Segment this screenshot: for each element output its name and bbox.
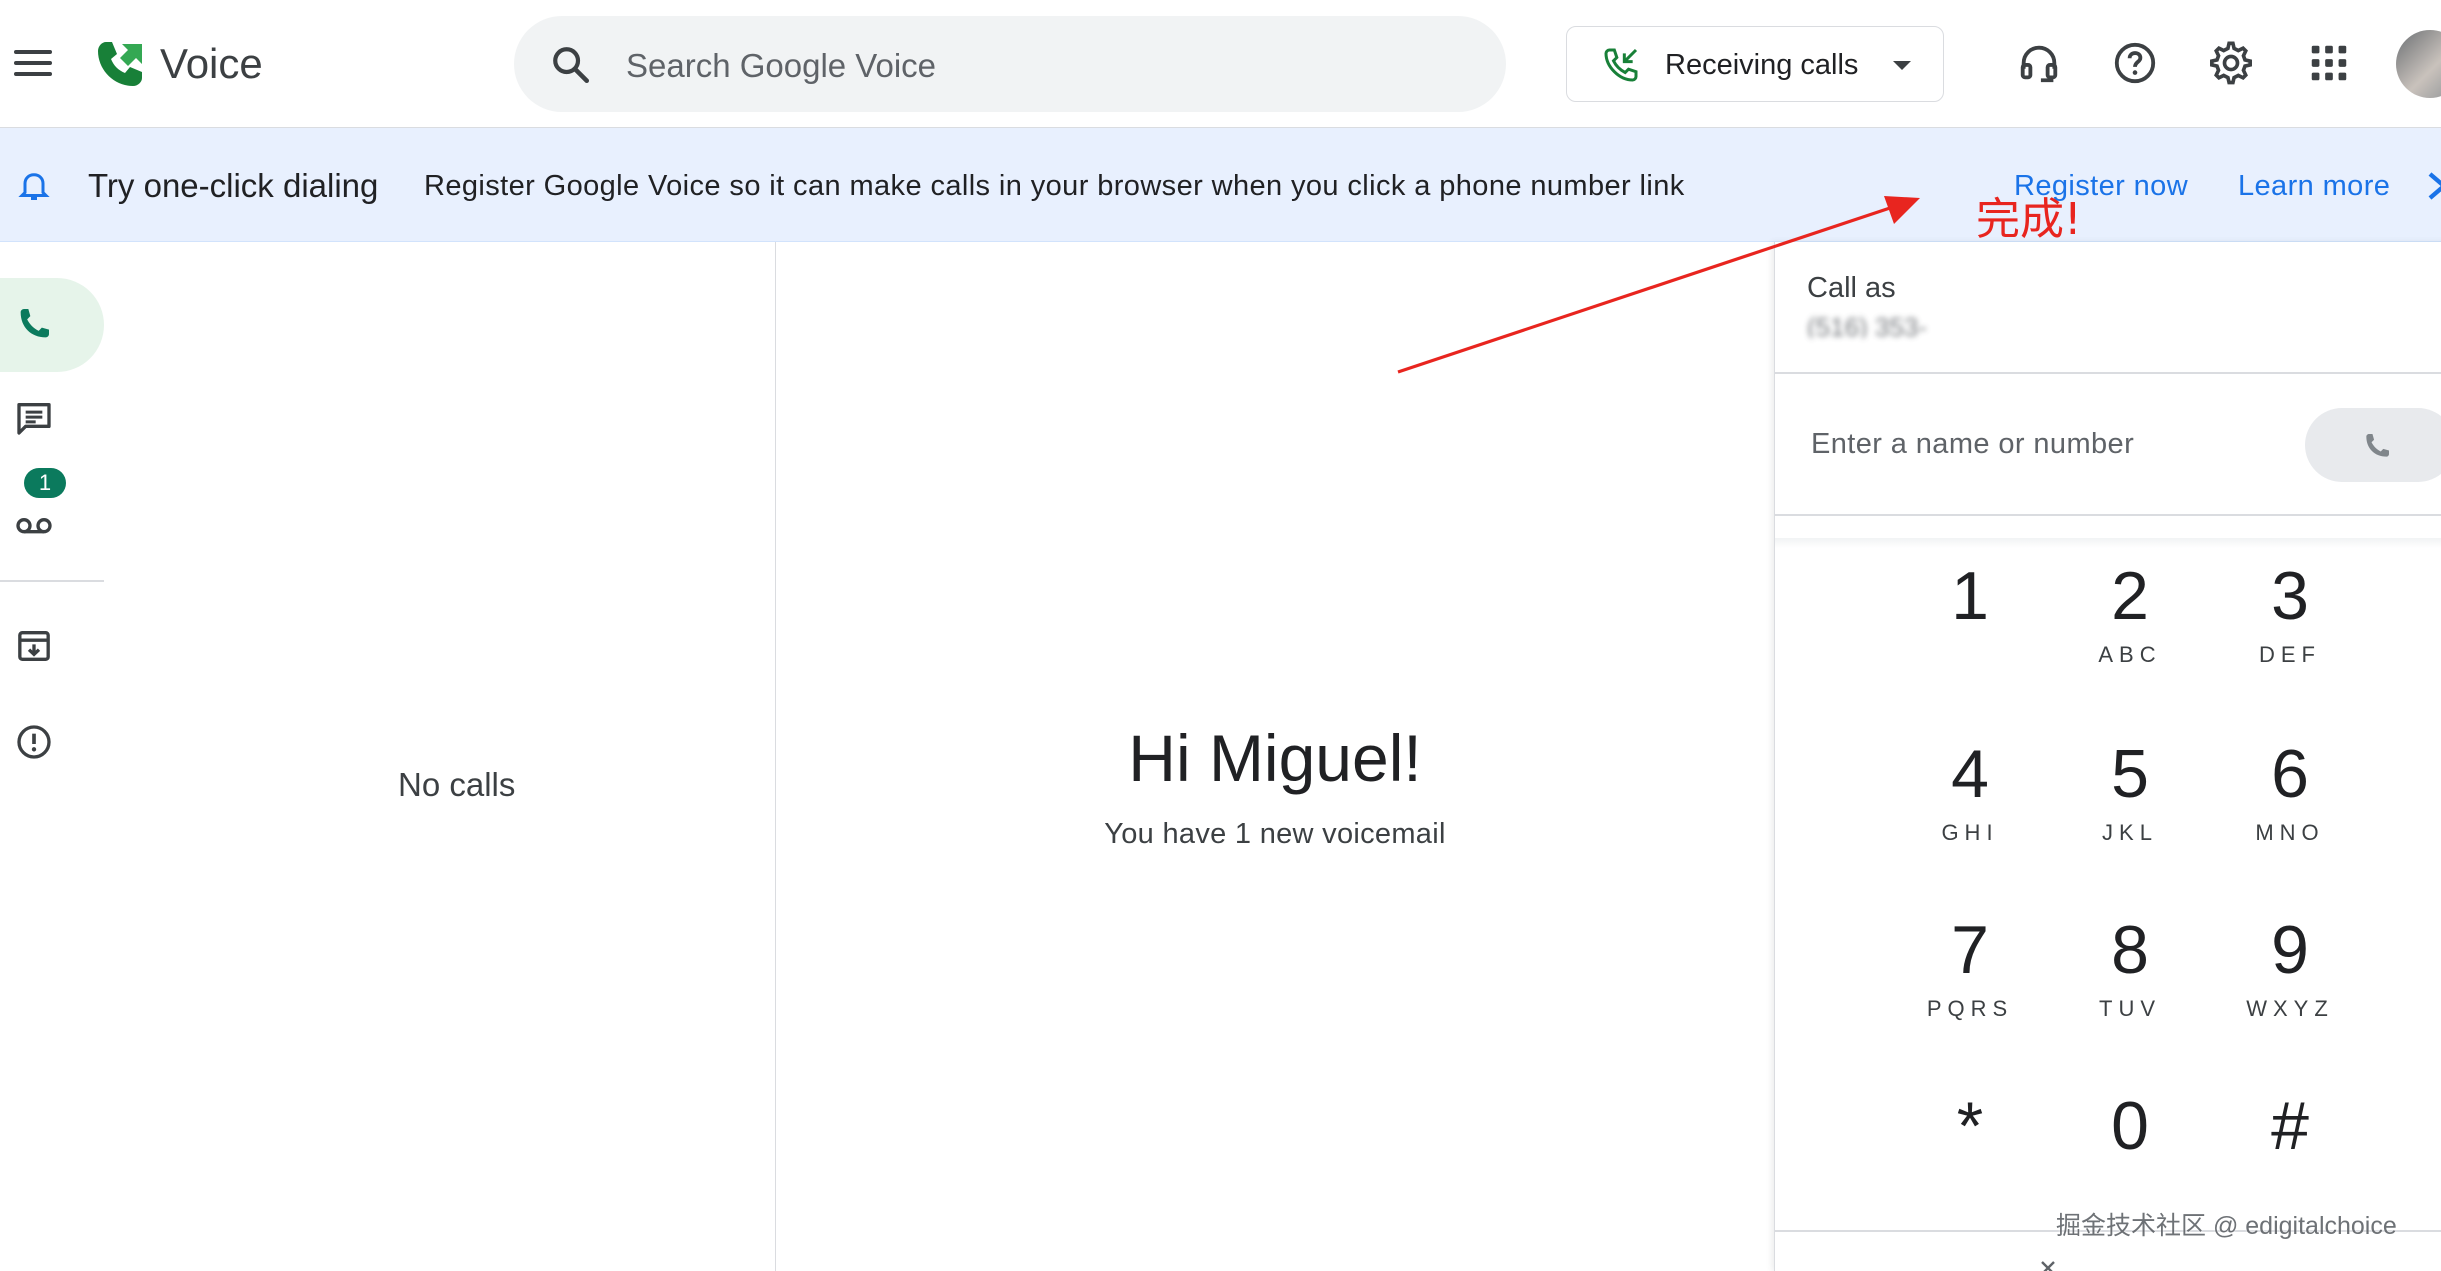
key-letters: GHI (1941, 820, 1999, 845)
key-letters: ABC (2098, 642, 2162, 667)
key-letters: MNO (2255, 820, 2325, 845)
key-digit: 5 (2111, 736, 2149, 812)
account-avatar[interactable] (2396, 30, 2441, 98)
greeting-subtitle: You have 1 new voicemail (1104, 818, 1446, 850)
key-letters: JKL (2102, 820, 2158, 845)
close-icon[interactable] (2038, 1258, 2058, 1271)
name-or-number-input[interactable]: Enter a name or number (1811, 426, 2134, 462)
learn-more-link[interactable]: Learn more (2238, 168, 2390, 204)
greeting-title: Hi Miguel! (1128, 721, 1422, 795)
key-digit: * (1956, 1088, 1984, 1164)
keypad-key[interactable]: 4 GHI (1895, 734, 2045, 884)
app-title[interactable]: Voice (160, 38, 263, 90)
bell-icon (18, 173, 50, 200)
keypad-key[interactable]: 9 WXYZ (2215, 910, 2365, 1060)
key-letters: PQRS (1926, 996, 2014, 1021)
greeting-panel: Hi Miguel! You have 1 new voicemail (776, 242, 1774, 1271)
chevron-down-icon (1893, 61, 1911, 70)
annotation-text: 完成! (1976, 194, 2082, 245)
call-button[interactable] (2305, 408, 2441, 482)
key-digit: # (2271, 1088, 2309, 1164)
keypad-key[interactable]: 2 ABC (2055, 556, 2205, 706)
headset-icon[interactable] (2016, 40, 2062, 86)
incoming-call-icon (1604, 48, 1638, 82)
keypad-key[interactable]: 6 MNO (2215, 734, 2365, 884)
key-letters: WXYZ (2246, 996, 2334, 1021)
key-letters: DEF (2259, 642, 2321, 667)
banner-title: Try one-click dialing (88, 167, 379, 204)
phone-icon (2366, 434, 2389, 457)
key-digit: 8 (2111, 912, 2149, 988)
search-bar[interactable]: Search Google Voice (514, 16, 1506, 112)
keypad-key[interactable]: * (1895, 1086, 2045, 1236)
top-app-bar: Voice Search Google Voice Receiving call… (0, 0, 2441, 128)
help-icon[interactable] (2112, 40, 2158, 86)
keypad-key[interactable]: 8 TUV (2055, 910, 2205, 1060)
annotation-arrow (1397, 196, 1920, 374)
apps-grid-icon[interactable] (2306, 40, 2352, 86)
key-digit: 9 (2271, 912, 2309, 988)
settings-icon[interactable] (2208, 40, 2254, 86)
search-icon[interactable] (550, 44, 592, 86)
empty-state-text: No calls (398, 766, 516, 803)
key-digit: 6 (2271, 736, 2309, 812)
voice-logo-icon (98, 42, 142, 86)
key-digit: 0 (2111, 1088, 2149, 1164)
keypad-key[interactable]: 7 PQRS (1895, 910, 2045, 1060)
keypad-shadow (1775, 538, 2441, 548)
key-digit: 7 (1951, 912, 1989, 988)
key-digit: 1 (1951, 558, 1989, 634)
watermark-text: 掘金技术社区 @ edigitalchoice (2056, 1212, 2397, 1240)
search-input[interactable]: Search Google Voice (626, 46, 936, 86)
keypad-key[interactable]: 5 JKL (2055, 734, 2205, 884)
main-menu-icon[interactable] (14, 44, 52, 82)
keypad-key[interactable]: 3 DEF (2215, 556, 2365, 706)
dialer-panel: Call as (516) 353- Enter a name or numbe… (1774, 242, 2441, 1271)
key-digit: 3 (2271, 558, 2309, 634)
chevron-right-icon[interactable] (2426, 172, 2441, 200)
key-digit: 2 (2111, 558, 2149, 634)
key-digit: 4 (1951, 736, 1989, 812)
keypad-key[interactable]: 1 (1895, 556, 2045, 706)
divider (1775, 514, 2441, 516)
call-status-dropdown[interactable]: Receiving calls (1566, 26, 1944, 102)
call-status-label: Receiving calls (1665, 49, 1859, 81)
key-letters: TUV (2099, 996, 2161, 1021)
calls-list-panel: No calls (0, 242, 776, 1271)
